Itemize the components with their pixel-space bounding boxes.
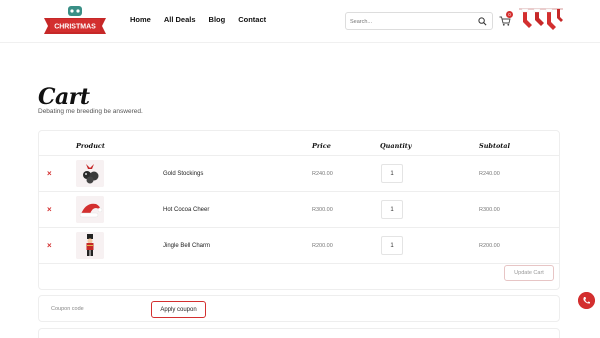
search-box — [345, 12, 493, 30]
cart-row: × Gold Stockings R240.00 1 R240.00 — [39, 155, 559, 191]
table-divider — [39, 263, 559, 264]
remove-item-button[interactable]: × — [47, 205, 52, 214]
header-product: Product — [76, 142, 105, 150]
nav-contact[interactable]: Contact — [238, 15, 266, 24]
page-subtitle: Debating me breeding be answered. — [38, 108, 143, 115]
coupon-code-input[interactable]: Coupon code — [47, 302, 147, 317]
update-cart-button[interactable]: Update Cart — [504, 265, 554, 281]
page-title: Cart — [38, 84, 90, 110]
quantity-input[interactable]: 1 — [381, 164, 403, 183]
cart-table: Product Price Quantity Subtotal × Gold S… — [38, 130, 560, 290]
nutcracker-icon[interactable] — [76, 232, 104, 259]
product-price: R300.00 — [312, 207, 333, 213]
header-price: Price — [312, 142, 331, 150]
search-icon[interactable] — [478, 17, 487, 26]
cart-row: × Hot Cocoa Cheer R300.00 1 R300.00 — [39, 191, 559, 227]
coupon-section: Coupon code Apply coupon — [38, 295, 560, 322]
main-nav: Home All Deals Blog Contact — [130, 15, 279, 24]
nav-home[interactable]: Home — [130, 15, 151, 24]
product-name[interactable]: Gold Stockings — [163, 171, 203, 177]
product-price: R240.00 — [312, 171, 333, 177]
santa-hat-icon[interactable] — [76, 196, 104, 223]
product-subtotal: R240.00 — [479, 171, 500, 177]
stockings-decoration-icon — [519, 8, 563, 30]
christmas-logo[interactable]: CHRISTMAS — [42, 4, 108, 38]
remove-item-button[interactable]: × — [47, 169, 52, 178]
product-name[interactable]: Jingle Bell Charm — [163, 243, 210, 249]
header-subtotal: Subtotal — [479, 142, 510, 150]
cart-row: × Jingle Bell Charm R200.00 1 R200.00 — [39, 227, 559, 263]
search-input[interactable] — [350, 16, 470, 27]
nav-blog[interactable]: Blog — [209, 15, 226, 24]
remove-item-button[interactable]: × — [47, 241, 52, 250]
product-name[interactable]: Hot Cocoa Cheer — [163, 207, 209, 213]
svg-text:CHRISTMAS: CHRISTMAS — [54, 24, 96, 31]
product-subtotal: R200.00 — [479, 243, 500, 249]
site-header: CHRISTMAS Home All Deals Blog Contact 0 — [0, 0, 600, 43]
quantity-input[interactable]: 1 — [381, 200, 403, 219]
quantity-input[interactable]: 1 — [381, 236, 403, 255]
phone-icon[interactable] — [578, 292, 595, 309]
cart-totals-section — [38, 328, 560, 338]
ornament-icon[interactable] — [76, 160, 104, 187]
apply-coupon-button[interactable]: Apply coupon — [151, 301, 206, 318]
header-quantity: Quantity — [380, 142, 412, 150]
product-price: R200.00 — [312, 243, 333, 249]
nav-all-deals[interactable]: All Deals — [164, 15, 196, 24]
cart-count-badge: 0 — [506, 11, 513, 18]
product-subtotal: R300.00 — [479, 207, 500, 213]
